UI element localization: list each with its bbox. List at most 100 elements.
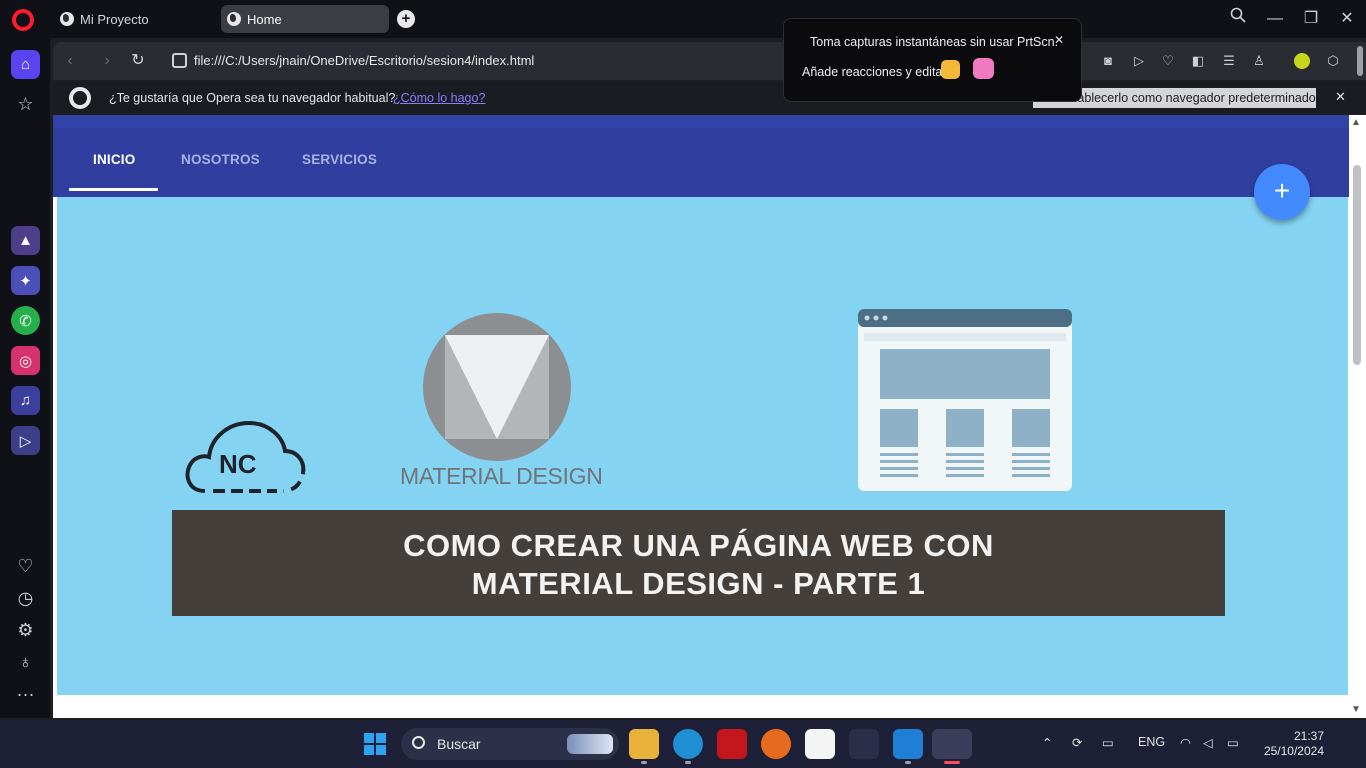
volume-icon[interactable]: ◁: [1203, 735, 1213, 750]
floating-add-button[interactable]: +: [1254, 164, 1310, 220]
maximize-button[interactable]: ❐: [1299, 7, 1323, 31]
language-indicator[interactable]: ENG: [1138, 735, 1165, 749]
windows-taskbar: Buscar ⌃ ⟳ ▭ ENG ◠ ◁ ▭ 21:37 25/10/2024: [0, 720, 1366, 768]
active-tab-indicator: [69, 188, 158, 191]
star-icon[interactable]: ☆: [11, 90, 40, 119]
default-browser-message: ¿Te gustaría que Opera sea tu navegador …: [109, 91, 396, 105]
snapshot-icon[interactable]: ◙: [1098, 51, 1118, 71]
opera-taskbar-icon[interactable]: [932, 729, 972, 759]
vscode-icon[interactable]: [893, 729, 923, 759]
back-button[interactable]: ‹: [59, 50, 81, 72]
heart-icon[interactable]: ♡: [11, 552, 40, 581]
tab-home[interactable]: Home: [221, 5, 389, 33]
how-to-link[interactable]: ¿Cómo lo hago?: [393, 91, 485, 105]
close-infobar-icon[interactable]: ✕: [1335, 89, 1346, 105]
display-icon[interactable]: ▭: [1102, 735, 1114, 750]
tab-servicios[interactable]: SERVICIOS: [302, 152, 377, 167]
tab-inicio[interactable]: INICIO: [93, 152, 135, 167]
cat-emoji-icon: [973, 58, 994, 79]
app-indicator: [685, 761, 691, 764]
address-field[interactable]: file:///C:/Users/jnain/OneDrive/Escritor…: [194, 53, 534, 68]
battery-icon[interactable]: ▭: [1227, 735, 1239, 750]
popup-line2: Añade reacciones y edita: [802, 65, 943, 79]
app-bar-top-strip: [53, 115, 1349, 128]
clock-time: 21:37: [1293, 729, 1324, 743]
active-app-indicator: [944, 761, 960, 764]
app-indicator: [905, 761, 911, 764]
hero-title-line1: COMO CREAR UNA PÁGINA WEB CON: [403, 528, 994, 563]
sync-icon[interactable]: ⟳: [1072, 735, 1082, 750]
app-bar: INICIO NOSOTROS SERVICIOS: [53, 115, 1349, 197]
forward-button[interactable]: ›: [96, 50, 118, 72]
globe-icon: [60, 12, 74, 26]
tab-label: Home: [247, 11, 282, 27]
search-icon: [412, 736, 425, 749]
clock-date: 25/10/2024: [1263, 744, 1324, 758]
scrollbar-thumb[interactable]: [1353, 165, 1361, 365]
scroll-down-arrow[interactable]: ▼: [1351, 704, 1361, 715]
tips-bulb-icon[interactable]: ♁: [11, 648, 40, 677]
video-player-icon[interactable]: ▷: [11, 426, 40, 455]
snapshot-tip-popup: Toma capturas instantáneas sin usar PrtS…: [783, 18, 1082, 102]
hero-title-banner: COMO CREAR UNA PÁGINA WEB CON MATERIAL D…: [172, 510, 1225, 616]
edge-icon[interactable]: [673, 729, 703, 759]
more-icon[interactable]: ···: [11, 680, 40, 709]
minimize-button[interactable]: —: [1263, 7, 1287, 31]
whatsapp-icon[interactable]: ✆: [11, 306, 40, 335]
messenger-icon[interactable]: ✦: [11, 266, 40, 295]
page-viewport: INICIO NOSOTROS SERVICIOS NC MATERIAL DE…: [53, 115, 1349, 718]
easy-setup-icon[interactable]: ☰: [1219, 51, 1239, 71]
nc-cloud-logo: NC: [185, 420, 306, 493]
new-tab-button[interactable]: +: [397, 10, 415, 28]
hero-banner: NC MATERIAL DESIGN COMO CREAR UNA PÁGINA…: [57, 197, 1348, 695]
sidebar-toggle-icon[interactable]: ◧: [1188, 51, 1208, 71]
windows-start-icon[interactable]: [364, 733, 386, 755]
close-window-button[interactable]: ✕: [1335, 7, 1359, 31]
material-design-label: MATERIAL DESIGN: [400, 463, 603, 489]
app-indicator: [641, 761, 647, 764]
tray-overflow-icon[interactable]: ⌃: [1042, 735, 1052, 750]
firefox-icon[interactable]: [761, 729, 791, 759]
extensions-cube-icon[interactable]: ⬡: [1323, 51, 1343, 71]
home-icon[interactable]: ⌂: [11, 50, 40, 79]
instagram-icon[interactable]: ◎: [11, 346, 40, 375]
music-player-icon[interactable]: ♫: [11, 386, 40, 415]
scroll-up-arrow[interactable]: ▲: [1351, 117, 1361, 128]
nc-logo-text: NC: [219, 449, 257, 479]
search-label: Buscar: [437, 736, 481, 752]
opera-sidebar: ⌂ ☆ ▲ ✦ ✆ ◎ ♫ ▷ ♡ ◷ ⚙ ♁ ···: [0, 38, 50, 718]
smile-emoji-icon: [941, 60, 960, 79]
popup-line1: Toma capturas instantáneas sin usar PrtS…: [810, 35, 1059, 49]
toolbar-scroll-handle: [1357, 46, 1363, 76]
tab-mi-proyecto[interactable]: Mi Proyecto: [54, 5, 214, 33]
search-highlight-image: [567, 734, 613, 754]
browser-tab-strip: Mi Proyecto Home + — ❐ ✕: [0, 0, 1366, 38]
page-info-icon[interactable]: [172, 53, 187, 68]
file-explorer-icon[interactable]: [629, 729, 659, 759]
aria-icon[interactable]: ▲: [11, 226, 40, 255]
system-clock[interactable]: 21:37 25/10/2024: [1258, 729, 1324, 759]
hero-title-line2: MATERIAL DESIGN - PARTE 1: [471, 566, 926, 601]
opera-menu-icon[interactable]: [12, 9, 34, 31]
account-icon[interactable]: ♙: [1249, 51, 1269, 71]
page-scrollbar[interactable]: ▲ ▼: [1349, 115, 1366, 718]
reload-button[interactable]: ↻: [127, 50, 149, 72]
send-icon[interactable]: ▷: [1129, 51, 1149, 71]
taskbar-search[interactable]: Buscar: [401, 728, 619, 760]
search-tabs-icon[interactable]: [1226, 7, 1250, 31]
wifi-icon[interactable]: ◠: [1180, 735, 1191, 750]
globe-icon: [227, 12, 241, 26]
tab-nosotros[interactable]: NOSOTROS: [181, 152, 260, 167]
close-popup-icon[interactable]: ✕: [1054, 33, 1064, 47]
default-browser-bar: ¿Te gustaría que Opera sea tu navegador …: [53, 82, 1366, 114]
address-bar-row: ‹ › ↻ file:///C:/Users/jnain/OneDrive/Es…: [53, 42, 1366, 80]
netflix-icon[interactable]: [717, 729, 747, 759]
settings-icon[interactable]: ⚙: [11, 616, 40, 645]
wikipedia-icon[interactable]: [805, 729, 835, 759]
extension-icon[interactable]: [1294, 53, 1310, 69]
downloads-icon[interactable]: [849, 729, 879, 759]
history-icon[interactable]: ◷: [11, 584, 40, 613]
material-design-logo: [423, 313, 571, 461]
bookmark-heart-icon[interactable]: ♡: [1158, 51, 1178, 71]
tab-label: Mi Proyecto: [80, 11, 149, 27]
